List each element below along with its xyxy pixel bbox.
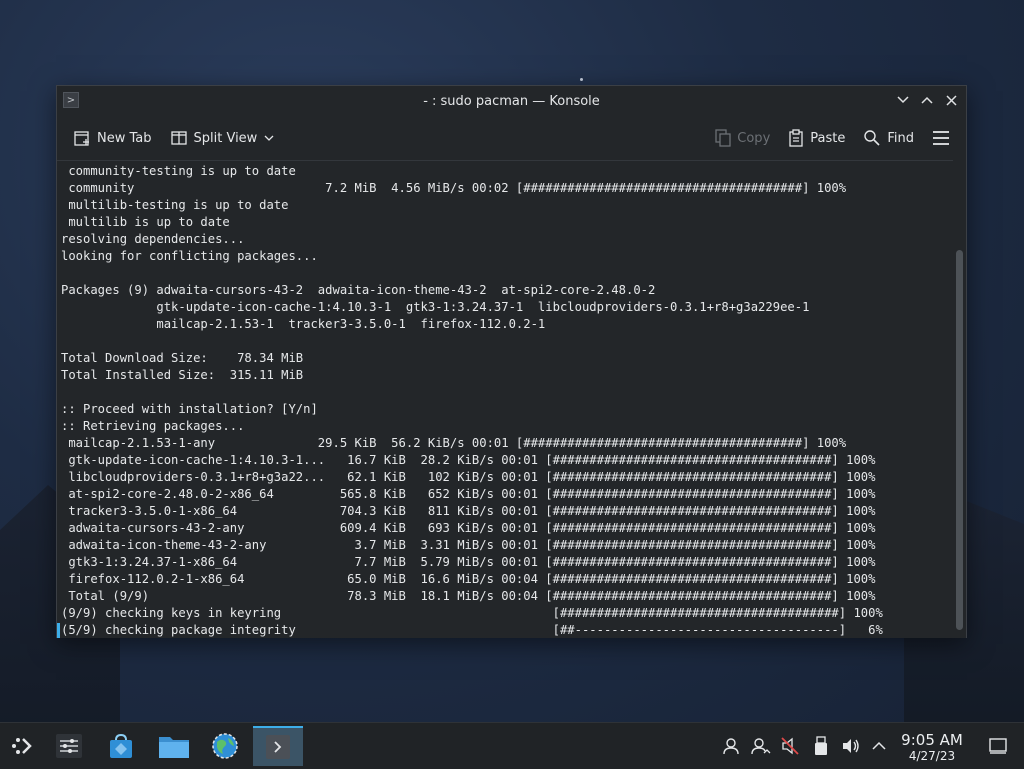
terminal-line: mailcap-2.1.53-1-any 29.5 KiB 56.2 KiB/s… xyxy=(61,436,847,450)
terminal-line: adwaita-cursors-43-2-any 609.4 KiB 693 K… xyxy=(61,521,876,535)
terminal-line: multilib is up to date xyxy=(61,215,230,229)
split-view-button[interactable]: Split View xyxy=(164,123,282,153)
hamburger-menu-icon xyxy=(932,130,950,146)
web-browser-icon[interactable] xyxy=(203,726,247,766)
toolbar: New Tab Split View Copy Paste Find xyxy=(57,116,966,160)
maximize-icon[interactable] xyxy=(918,91,936,109)
paste-label: Paste xyxy=(810,130,846,146)
terminal-line: Packages (9) adwaita-cursors-43-2 adwait… xyxy=(61,283,656,297)
taskbar: 9:05 AM 4/27/23 xyxy=(0,722,1024,769)
window-controls xyxy=(894,91,960,109)
copy-button[interactable]: Copy xyxy=(709,123,776,153)
window-title: - : sudo pacman — Konsole xyxy=(423,93,600,109)
file-manager-icon[interactable] xyxy=(152,726,196,766)
scrollbar[interactable] xyxy=(953,160,966,638)
speaker-muted-icon[interactable] xyxy=(780,735,802,757)
konsole-window: > - : sudo pacman — Konsole New Tab Spli… xyxy=(56,85,967,638)
terminal-line: community 7.2 MiB 4.56 MiB/s 00:02 [####… xyxy=(61,181,847,195)
titlebar: > - : sudo pacman — Konsole xyxy=(57,86,966,116)
wallpaper-star xyxy=(580,78,583,81)
terminal-line: (9/9) checking keys in keyring [########… xyxy=(61,606,883,620)
split-view-label: Split View xyxy=(193,130,258,146)
terminal-line: multilib-testing is up to date xyxy=(61,198,289,212)
terminal-line: libcloudproviders-0.3.1+r8+g3a22... 62.1… xyxy=(61,470,876,484)
clock-date[interactable]: 4/27/23 xyxy=(900,749,964,763)
new-tab-icon xyxy=(73,129,91,147)
clock-time[interactable]: 9:05 AM xyxy=(900,731,964,749)
copy-icon xyxy=(715,129,731,147)
terminal-line: Total Installed Size: 315.11 MiB xyxy=(61,368,304,382)
terminal-line: looking for conflicting packages... xyxy=(61,249,318,263)
terminal-line: firefox-112.0.2-1-x86_64 65.0 MiB 16.6 M… xyxy=(61,572,876,586)
system-settings-icon[interactable] xyxy=(47,726,91,766)
copy-label: Copy xyxy=(737,130,771,146)
paste-icon xyxy=(788,129,804,147)
hamburger-menu-button[interactable] xyxy=(926,123,956,153)
terminal-line: mailcap-2.1.53-1 tracker3-3.5.0-1 firefo… xyxy=(61,317,546,331)
discover-store-icon[interactable] xyxy=(99,726,143,766)
chevron-up-icon[interactable] xyxy=(869,735,889,757)
paste-button[interactable]: Paste xyxy=(782,123,851,153)
user-icon[interactable] xyxy=(721,735,741,757)
terminal-line-text: (5/9) checking package integrity [##----… xyxy=(61,623,883,637)
usb-storage-icon[interactable] xyxy=(811,735,831,757)
terminal-line: (5/9) checking package integrity [##----… xyxy=(57,622,955,638)
terminal-line: tracker3-3.5.0-1-x86_64 704.3 KiB 811 Ki… xyxy=(61,504,876,518)
terminal-line: gtk-update-icon-cache-1:4.10.3-1... 16.7… xyxy=(61,453,876,467)
terminal-line: community-testing is up to date xyxy=(61,164,296,178)
terminal-output[interactable]: community-testing is up to date communit… xyxy=(57,160,955,638)
chevron-down-icon[interactable] xyxy=(263,134,275,142)
terminal-line: Total Download Size: 78.34 MiB xyxy=(61,351,304,365)
terminal-line: :: Retrieving packages... xyxy=(61,419,245,433)
new-tab-label: New Tab xyxy=(97,130,152,146)
volume-icon[interactable] xyxy=(840,735,862,757)
search-icon xyxy=(863,129,881,147)
terminal-line: Total (9/9) 78.3 MiB 18.1 MiB/s 00:04 [#… xyxy=(61,589,876,603)
find-label: Find xyxy=(887,130,914,146)
find-button[interactable]: Find xyxy=(857,123,920,153)
terminal-line: at-spi2-core-2.48.0-2-x86_64 565.8 KiB 6… xyxy=(61,487,876,501)
close-icon[interactable] xyxy=(942,91,960,109)
terminal-line: gtk-update-icon-cache-1:4.10.3-1 gtk3-1:… xyxy=(61,300,810,314)
konsole-app-icon[interactable]: > xyxy=(63,92,79,108)
user-switcher-icon[interactable] xyxy=(750,735,772,757)
terminal-line: resolving dependencies... xyxy=(61,232,245,246)
minimize-icon[interactable] xyxy=(894,91,912,109)
terminal-line: adwaita-icon-theme-43-2-any 3.7 MiB 3.31… xyxy=(61,538,876,552)
terminal-line: gtk3-1:3.24.37-1-x86_64 7.7 MiB 5.79 MiB… xyxy=(61,555,876,569)
application-launcher-icon[interactable] xyxy=(2,726,46,766)
new-tab-button[interactable]: New Tab xyxy=(67,123,158,153)
konsole-icon[interactable] xyxy=(253,726,303,766)
show-desktop-icon[interactable] xyxy=(987,735,1009,757)
split-view-icon xyxy=(170,129,188,147)
scrollbar-thumb[interactable] xyxy=(956,250,963,630)
terminal-cursor xyxy=(57,623,60,638)
terminal-line: :: Proceed with installation? [Y/n] xyxy=(61,402,318,416)
